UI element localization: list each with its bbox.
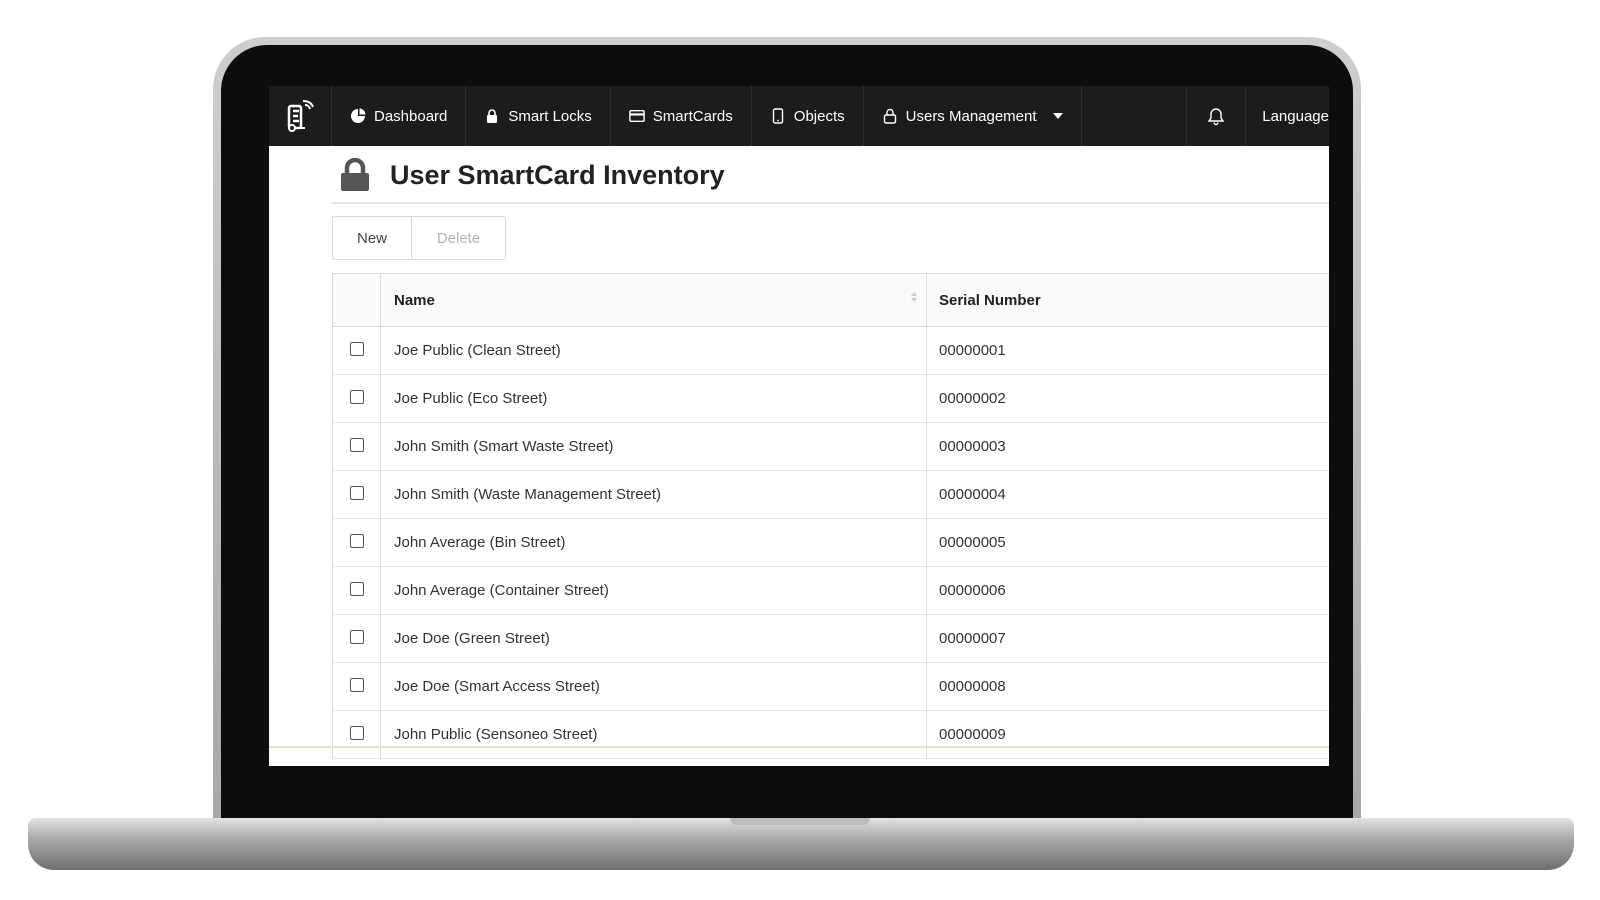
header-check-cell (333, 274, 381, 326)
nav-label: Objects (793, 107, 845, 125)
row-check-cell (333, 423, 381, 470)
logo-icon (287, 100, 314, 132)
logo[interactable] (269, 86, 332, 146)
laptop-base (28, 818, 1574, 870)
nav-dashboard[interactable]: Dashboard (332, 86, 467, 146)
name-cell: John Average (Container Street) (381, 567, 927, 614)
delete-button[interactable]: Delete (412, 217, 505, 259)
column-header-label: Name (394, 291, 435, 309)
nav-spacer (1082, 86, 1188, 146)
row-check-cell (333, 615, 381, 662)
table-row[interactable]: John Average (Bin Street) 00000005 (333, 519, 1329, 567)
row-checkbox[interactable] (349, 629, 364, 644)
row-checkbox[interactable] (349, 389, 364, 404)
table-header: Name Serial Number (333, 274, 1329, 327)
name-cell: Joe Public (Clean Street) (381, 327, 927, 374)
row-checkbox[interactable] (349, 485, 364, 500)
row-check-cell (333, 567, 381, 614)
row-check-cell (333, 327, 381, 374)
user-icon (882, 108, 898, 124)
name-cell: John Public (Sensoneo Street) (381, 711, 927, 758)
serial-cell: 00000001 (939, 342, 1006, 359)
serial-cell: 00000005 (939, 534, 1006, 551)
notifications-button[interactable] (1187, 86, 1247, 146)
name-cell: John Average (Bin Street) (381, 519, 927, 566)
row-check-cell (333, 375, 381, 422)
table-row[interactable]: John Public (Sensoneo Street) 00000009 (333, 711, 1329, 759)
row-checkbox[interactable] (349, 725, 364, 740)
serial-cell: 00000003 (939, 438, 1006, 455)
language-label: Language (1262, 107, 1329, 125)
row-checkbox[interactable] (349, 677, 364, 692)
table-row[interactable]: Joe Public (Clean Street) 00000001 (333, 327, 1329, 375)
serial-cell: 00000006 (939, 582, 1006, 599)
sort-icon (911, 292, 917, 302)
name-cell: John Smith (Smart Waste Street) (381, 423, 927, 470)
table-row[interactable]: John Average (Container Street) 00000006 (333, 567, 1329, 615)
table-row[interactable]: John Smith (Waste Management Street) 000… (333, 471, 1329, 519)
bottom-divider (269, 746, 1329, 748)
nav-objects[interactable]: Objects (752, 86, 864, 146)
serial-cell: 00000009 (939, 726, 1006, 743)
credit-card-icon (628, 108, 645, 124)
table-row[interactable]: Joe Public (Eco Street) 00000002 (333, 375, 1329, 423)
page-title: User SmartCard Inventory (390, 159, 725, 190)
app-screen: Dashboard Smart Locks SmartCards Objects… (269, 86, 1329, 766)
serial-cell: 00000002 (939, 390, 1006, 407)
row-checkbox[interactable] (349, 533, 364, 548)
row-check-cell (333, 663, 381, 710)
table-row[interactable]: John Smith (Smart Waste Street) 00000003 (333, 423, 1329, 471)
nav-label: Users Management (905, 107, 1037, 125)
language-menu[interactable]: Language (1246, 86, 1329, 146)
smartcard-table: Name Serial Number Joe Public (Clean Str… (332, 273, 1329, 759)
page-header: User SmartCard Inventory (332, 148, 1329, 204)
nav-label: SmartCards (652, 107, 733, 125)
lock-icon (484, 108, 500, 124)
name-cell: Joe Doe (Green Street) (381, 615, 927, 662)
table-row[interactable]: Joe Doe (Smart Access Street) 00000008 (333, 663, 1329, 711)
column-header-serial[interactable]: Serial Number (927, 274, 1329, 326)
row-check-cell (333, 471, 381, 518)
name-cell: Joe Public (Eco Street) (381, 375, 927, 422)
laptop-notch (730, 818, 870, 825)
bell-icon (1208, 108, 1225, 125)
column-header-name[interactable]: Name (381, 274, 927, 326)
serial-cell: 00000007 (939, 630, 1006, 647)
name-cell: John Smith (Waste Management Street) (381, 471, 927, 518)
table-row[interactable]: Joe Doe (Green Street) 00000007 (333, 615, 1329, 663)
nav-label: Dashboard (374, 107, 448, 125)
serial-cell: 00000008 (939, 678, 1006, 695)
chevron-down-icon (1052, 113, 1063, 119)
nav-label: Smart Locks (508, 107, 592, 125)
column-header-label: Serial Number (939, 291, 1041, 309)
new-button[interactable]: New (333, 217, 412, 259)
nav-smartcards[interactable]: SmartCards (611, 86, 752, 146)
row-checkbox[interactable] (349, 437, 364, 452)
serial-cell: 00000004 (939, 486, 1006, 503)
mobile-icon (770, 108, 786, 124)
nav-smart-locks[interactable]: Smart Locks (466, 86, 611, 146)
row-checkbox[interactable] (349, 581, 364, 596)
row-check-cell (333, 711, 381, 758)
toolbar: New Delete (332, 216, 506, 260)
name-cell: Joe Doe (Smart Access Street) (381, 663, 927, 710)
top-navigation: Dashboard Smart Locks SmartCards Objects… (269, 86, 1329, 146)
row-check-cell (333, 519, 381, 566)
row-checkbox[interactable] (349, 341, 364, 356)
lock-icon (341, 158, 369, 191)
nav-users-management[interactable]: Users Management (864, 86, 1082, 146)
pie-chart-icon (350, 108, 366, 124)
